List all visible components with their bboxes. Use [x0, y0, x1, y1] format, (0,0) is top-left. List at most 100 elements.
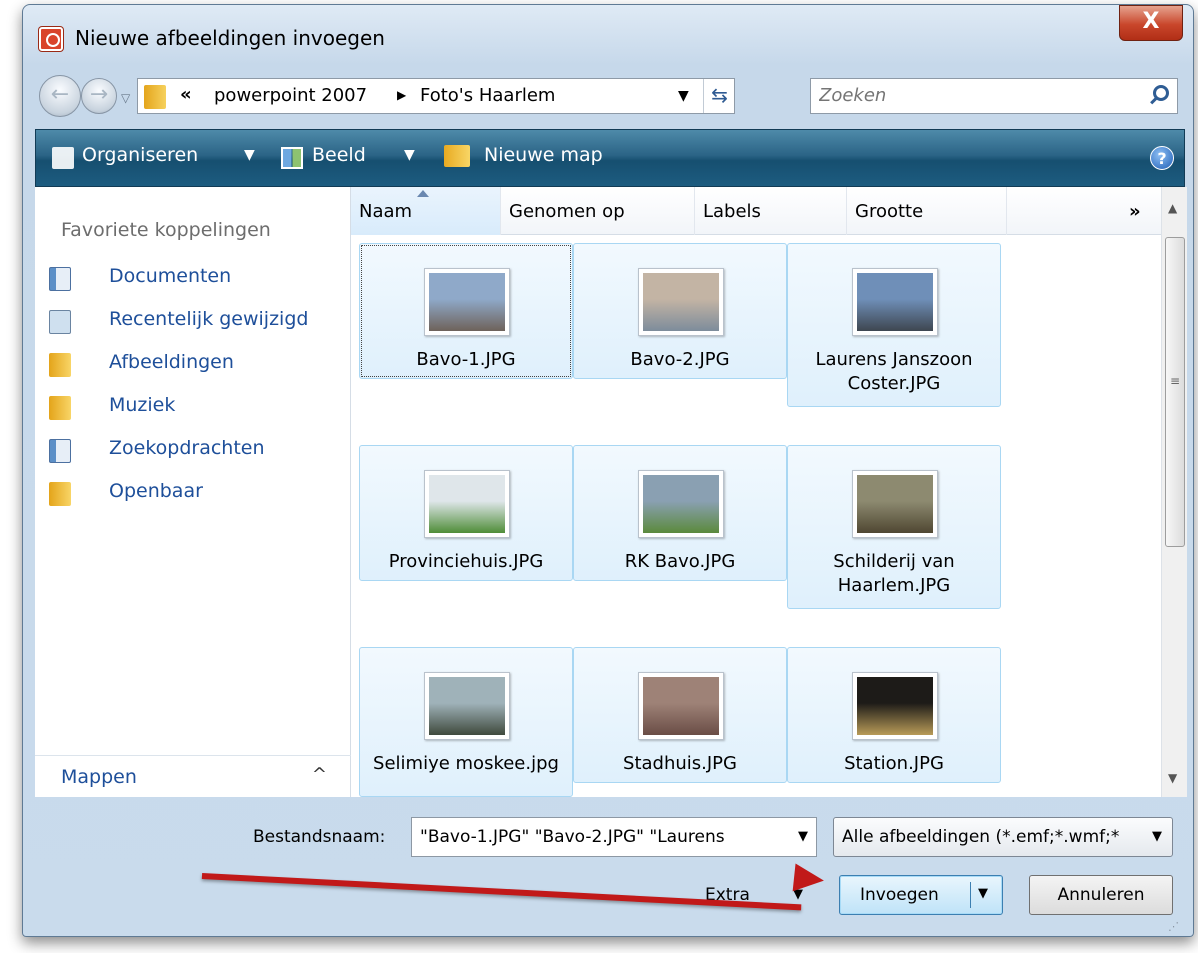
photo-thumbnail — [857, 273, 933, 331]
recent-icon — [49, 310, 71, 334]
file-tile[interactable]: Bavo-2.JPG — [573, 243, 787, 379]
sidebar-item-label: Documenten — [109, 265, 232, 287]
sidebar-item-label: Muziek — [109, 394, 176, 416]
scroll-up-arrow-icon[interactable]: ▲ — [1168, 201, 1177, 215]
file-name: Laurens Janszoon Coster.JPG — [815, 349, 973, 394]
file-tile[interactable]: Station.JPG — [787, 647, 1001, 783]
file-tile[interactable]: Selimiye moskee.jpg — [359, 647, 573, 797]
more-columns-icon[interactable]: » — [1121, 187, 1161, 235]
view-dropdown-icon[interactable]: ▼ — [404, 147, 415, 163]
photo-thumbnail — [643, 475, 719, 533]
refresh-button[interactable]: ⇆ — [703, 79, 735, 113]
file-list: Naam Genomen op Labels Grootte » Bavo-1.… — [351, 187, 1187, 797]
folder-icon — [49, 353, 71, 377]
new-folder-button[interactable]: Nieuwe map — [484, 144, 603, 166]
sidebar-item-label: Recentelijk gewijzigd — [109, 308, 309, 330]
file-name: Bavo-1.JPG — [416, 349, 516, 370]
insert-button[interactable]: Invoegen ▼ — [839, 875, 1003, 915]
folders-label: Mappen — [61, 766, 137, 788]
insert-button-label: Invoegen — [860, 885, 939, 905]
folder-icon — [49, 482, 71, 506]
file-tile[interactable]: Laurens Janszoon Coster.JPG — [787, 243, 1001, 407]
navigation-bar: ← → ▽ « powerpoint 2007 ▶ Foto's Haarlem… — [23, 67, 1193, 125]
file-name: Bavo-2.JPG — [630, 349, 730, 370]
breadcrumb-separator-icon[interactable]: ▶ — [397, 88, 406, 102]
column-labels[interactable]: Labels — [695, 187, 847, 235]
thumbnail — [852, 268, 938, 336]
insert-picture-dialog: Nieuwe afbeeldingen invoegen X ← → ▽ « p… — [22, 4, 1194, 937]
filename-combobox[interactable]: ▼ — [411, 817, 817, 857]
photo-thumbnail — [857, 677, 933, 735]
column-size[interactable]: Grootte — [847, 187, 1007, 235]
view-menu[interactable]: Beeld — [312, 144, 366, 166]
insert-options-dropdown-icon[interactable]: ▼ — [978, 886, 988, 901]
back-button[interactable]: ← — [39, 75, 81, 117]
column-name[interactable]: Naam — [351, 187, 501, 235]
organize-dropdown-icon[interactable]: ▼ — [244, 147, 255, 163]
file-type-select[interactable]: Alle afbeeldingen (*.emf;*.wmf;* ▼ — [833, 817, 1173, 857]
sidebar-item-label: Zoekopdrachten — [109, 437, 265, 459]
column-header: Naam Genomen op Labels Grootte » — [351, 187, 1161, 235]
window-title: Nieuwe afbeeldingen invoegen — [75, 26, 385, 50]
address-bar[interactable]: « powerpoint 2007 ▶ Foto's Haarlem ▼ ⇆ — [137, 78, 735, 114]
scroll-down-arrow-icon[interactable]: ▼ — [1168, 771, 1177, 785]
resize-grip-icon[interactable]: ⋰ — [1168, 920, 1179, 933]
thumbnail — [424, 672, 510, 740]
breadcrumb-foto-s-haarlem[interactable]: Foto's Haarlem — [420, 85, 555, 106]
command-bar: Organiseren ▼ Beeld ▼ Nieuwe map ? — [35, 129, 1185, 187]
grip-icon: ≡ — [1170, 374, 1181, 388]
file-name: Stadhuis.JPG — [623, 753, 737, 774]
file-name: Provinciehuis.JPG — [388, 551, 544, 572]
photo-thumbnail — [857, 475, 933, 533]
chevron-down-icon[interactable]: ▼ — [1152, 829, 1162, 844]
navigation-pane: Favoriete koppelingen Documenten Recente… — [35, 187, 351, 797]
chevron-down-icon[interactable]: ▼ — [798, 829, 808, 844]
sidebar-item-label: Openbaar — [109, 480, 203, 502]
collapse-caret-icon[interactable]: ^ — [312, 764, 327, 785]
folders-toggle[interactable]: Mappen ^ — [35, 755, 351, 797]
forward-button[interactable]: → — [81, 78, 117, 114]
cancel-button[interactable]: Annuleren — [1029, 875, 1173, 915]
favorite-links-heading: Favoriete koppelingen — [61, 219, 271, 241]
thumbnail — [424, 268, 510, 336]
thumbnail — [852, 470, 938, 538]
filename-input[interactable] — [420, 827, 770, 847]
folder-icon — [144, 85, 166, 109]
file-name: Selimiye moskee.jpg — [373, 753, 559, 774]
organize-icon — [52, 147, 74, 169]
file-tile[interactable]: Stadhuis.JPG — [573, 647, 787, 783]
close-button[interactable]: X — [1119, 5, 1183, 41]
recent-pages-dropdown-icon[interactable]: ▽ — [121, 91, 130, 105]
file-tile[interactable]: Schilderij van Haarlem.JPG — [787, 445, 1001, 609]
file-tile[interactable]: RK Bavo.JPG — [573, 445, 787, 581]
column-date-taken[interactable]: Genomen op — [501, 187, 695, 235]
split-divider — [970, 882, 971, 908]
breadcrumb-powerpoint-2007[interactable]: powerpoint 2007 — [214, 85, 367, 106]
file-name: RK Bavo.JPG — [624, 551, 736, 572]
file-name: Station.JPG — [844, 753, 944, 774]
photo-thumbnail — [429, 677, 505, 735]
search-input[interactable] — [819, 85, 1139, 106]
search-box[interactable] — [810, 78, 1178, 114]
thumbnail — [638, 470, 724, 538]
annotation-arrow-head-icon — [792, 863, 826, 895]
photo-thumbnail — [429, 475, 505, 533]
help-icon[interactable]: ? — [1150, 146, 1174, 170]
file-tile[interactable]: Bavo-1.JPG — [359, 243, 573, 379]
scrollbar-thumb[interactable]: ≡ — [1165, 237, 1185, 547]
thumbnail — [638, 268, 724, 336]
file-tile[interactable]: Provinciehuis.JPG — [359, 445, 573, 581]
title-bar: Nieuwe afbeeldingen invoegen X — [23, 5, 1193, 67]
photo-thumbnail — [643, 677, 719, 735]
view-icon — [281, 147, 303, 169]
thumbnail — [424, 470, 510, 538]
vertical-scrollbar[interactable]: ▲ ≡ ▼ — [1161, 187, 1187, 797]
sidebar-item-label: Afbeeldingen — [109, 351, 234, 373]
file-name: Schilderij van Haarlem.JPG — [833, 551, 955, 596]
search-icon[interactable] — [1153, 85, 1169, 101]
powerpoint-icon — [39, 27, 63, 51]
organize-menu[interactable]: Organiseren — [82, 144, 198, 166]
address-overflow-chevron[interactable]: « — [180, 84, 192, 105]
address-dropdown-icon[interactable]: ▼ — [678, 88, 689, 104]
photo-thumbnail — [429, 273, 505, 331]
